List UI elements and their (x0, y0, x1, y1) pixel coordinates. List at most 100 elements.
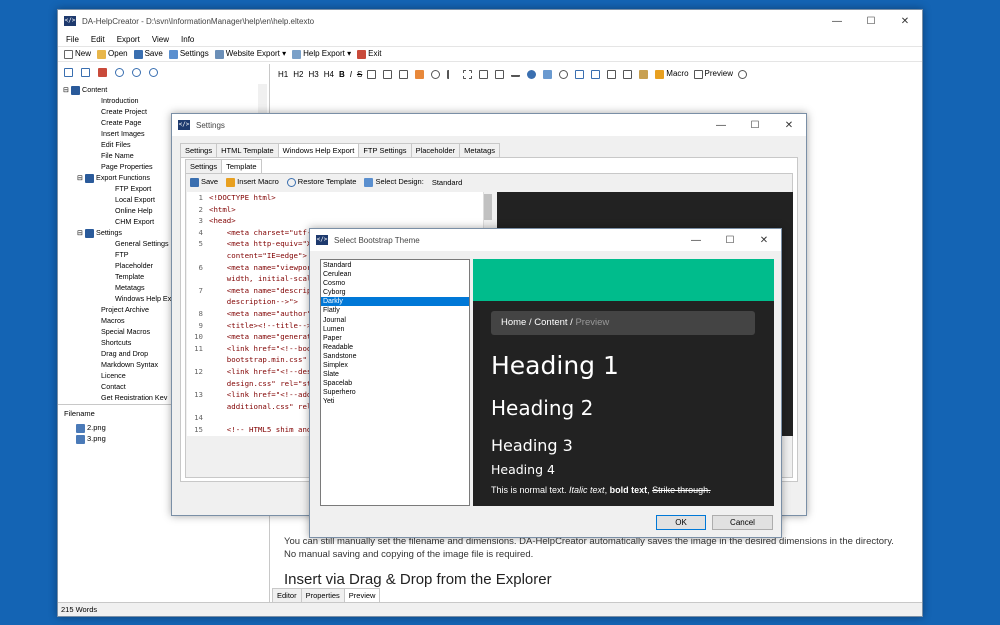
marker-icon[interactable] (415, 69, 425, 79)
maximize-icon[interactable]: ☐ (713, 235, 747, 246)
theme-item[interactable]: Flatly (321, 306, 469, 315)
select-design-button[interactable]: Select Design: (364, 177, 424, 187)
italic-button[interactable]: I (350, 70, 352, 79)
restore-template-button[interactable]: Restore Template (286, 177, 356, 187)
align-center-icon[interactable] (463, 69, 473, 79)
settings-title-bar: </> Settings — ☐ ✕ (172, 114, 806, 136)
tab-preview[interactable]: Preview (343, 588, 381, 602)
link-icon[interactable] (399, 69, 409, 79)
ok-button[interactable]: OK (656, 515, 706, 530)
open-button[interactable]: Open (97, 49, 128, 59)
theme-item[interactable]: Simplex (321, 361, 469, 370)
crumb-home[interactable]: Home (501, 317, 526, 328)
strike-button[interactable]: S (357, 70, 362, 79)
tab-windows-help-export[interactable]: Windows Help Export (277, 143, 360, 157)
settings-button[interactable]: Settings (168, 49, 209, 59)
refresh-icon[interactable] (149, 67, 158, 77)
search-icon[interactable] (737, 69, 747, 79)
theme-item[interactable]: Slate (321, 370, 469, 379)
web-link-icon[interactable] (527, 69, 537, 79)
table-icon[interactable] (575, 69, 585, 79)
exit-button[interactable]: Exit (357, 49, 381, 59)
body-heading: Insert via Drag & Drop from the Explorer (284, 571, 552, 588)
cut-icon[interactable] (607, 69, 617, 79)
h4-button[interactable]: H4 (324, 70, 334, 79)
theme-item[interactable]: Cyborg (321, 288, 469, 297)
insert-macro-button[interactable]: Insert Macro (226, 177, 279, 187)
lightning-icon (226, 177, 236, 187)
scroll-thumb[interactable] (484, 194, 492, 220)
move-up-icon[interactable] (115, 67, 124, 77)
add-page-icon[interactable] (64, 67, 73, 77)
close-icon[interactable]: ✕ (772, 120, 806, 131)
theme-item[interactable]: Standard (321, 261, 469, 270)
code-icon[interactable] (367, 69, 377, 79)
clear-format-icon[interactable] (431, 69, 441, 79)
numbered-list-icon[interactable] (495, 69, 505, 79)
new-button[interactable]: New (64, 49, 91, 59)
preview-button[interactable]: Preview (693, 69, 733, 79)
help-export-button[interactable]: Help Export ▾ (292, 49, 351, 59)
theme-item[interactable]: Superhero (321, 388, 469, 397)
main-title-bar: </> DA-HelpCreator - D:\svn\InformationM… (58, 10, 922, 32)
tab-editor[interactable]: Editor (272, 588, 302, 602)
close-icon[interactable]: ✕ (747, 235, 781, 246)
copy-page-icon[interactable] (81, 67, 90, 77)
theme-item[interactable]: Lumen (321, 325, 469, 334)
tree-item[interactable]: Introduction (63, 95, 261, 106)
tab-html-template[interactable]: HTML Template (216, 143, 279, 157)
code-text: <meta charset="utf-8"> (209, 227, 325, 237)
list-icon[interactable] (479, 69, 489, 79)
theme-item[interactable]: Paper (321, 334, 469, 343)
menu-view[interactable]: View (152, 35, 169, 44)
page-icon[interactable] (591, 69, 601, 79)
cancel-button[interactable]: Cancel (712, 515, 773, 530)
horizontal-rule-icon[interactable] (511, 72, 521, 77)
tab-placeholder[interactable]: Placeholder (410, 143, 461, 157)
maximize-icon[interactable]: ☐ (854, 16, 888, 27)
close-icon[interactable]: ✕ (888, 16, 922, 27)
maximize-icon[interactable]: ☐ (738, 120, 772, 131)
theme-item[interactable]: Journal (321, 316, 469, 325)
save-icon (133, 49, 143, 59)
theme-item[interactable]: Spacelab (321, 379, 469, 388)
macro-button[interactable]: Macro (655, 69, 689, 79)
menu-file[interactable]: File (66, 35, 79, 44)
minimize-icon[interactable]: — (679, 235, 713, 246)
website-export-button[interactable]: Website Export ▾ (214, 49, 286, 59)
theme-item[interactable]: Readable (321, 343, 469, 352)
delete-page-icon[interactable] (98, 67, 107, 77)
theme-item[interactable]: Yeti (321, 397, 469, 406)
move-down-icon[interactable] (132, 67, 141, 77)
align-left-icon[interactable] (447, 69, 456, 79)
minimize-icon[interactable]: — (820, 16, 854, 27)
theme-item[interactable]: Darkly (321, 297, 469, 307)
theme-item[interactable]: Cerulean (321, 270, 469, 279)
h2-button[interactable]: H2 (293, 70, 303, 79)
save-button[interactable]: Save (133, 49, 163, 59)
tab-metatags[interactable]: Metatags (459, 143, 501, 157)
copy-icon[interactable] (623, 69, 633, 79)
menu-edit[interactable]: Edit (91, 35, 105, 44)
crumb-content[interactable]: Content (534, 317, 567, 328)
subtab-template[interactable]: Template (221, 159, 262, 173)
template-save-button[interactable]: Save (190, 177, 218, 187)
menu-export[interactable]: Export (117, 35, 140, 44)
tab-settings[interactable]: Settings (180, 143, 218, 157)
h1-button[interactable]: H1 (278, 70, 288, 79)
bold-button[interactable]: B (339, 70, 345, 79)
theme-item[interactable]: Sandstone (321, 352, 469, 361)
paste-icon[interactable] (639, 69, 649, 79)
subtab-settings[interactable]: Settings (185, 159, 223, 173)
minimize-icon[interactable]: — (704, 120, 738, 131)
tab-ftp-settings[interactable]: FTP Settings (358, 143, 412, 157)
image-icon[interactable] (543, 69, 553, 79)
quote-icon[interactable] (383, 69, 393, 79)
tab-properties[interactable]: Properties (300, 588, 345, 602)
theme-item[interactable]: Cosmo (321, 279, 469, 288)
tree-root[interactable]: ⊟ Content (63, 84, 261, 95)
theme-list[interactable]: Standard Cerulean Cosmo Cyborg Darkly Flatly J… (320, 259, 470, 506)
h3-button[interactable]: H3 (308, 70, 318, 79)
clock-icon[interactable] (559, 69, 569, 79)
menu-info[interactable]: Info (181, 35, 194, 44)
